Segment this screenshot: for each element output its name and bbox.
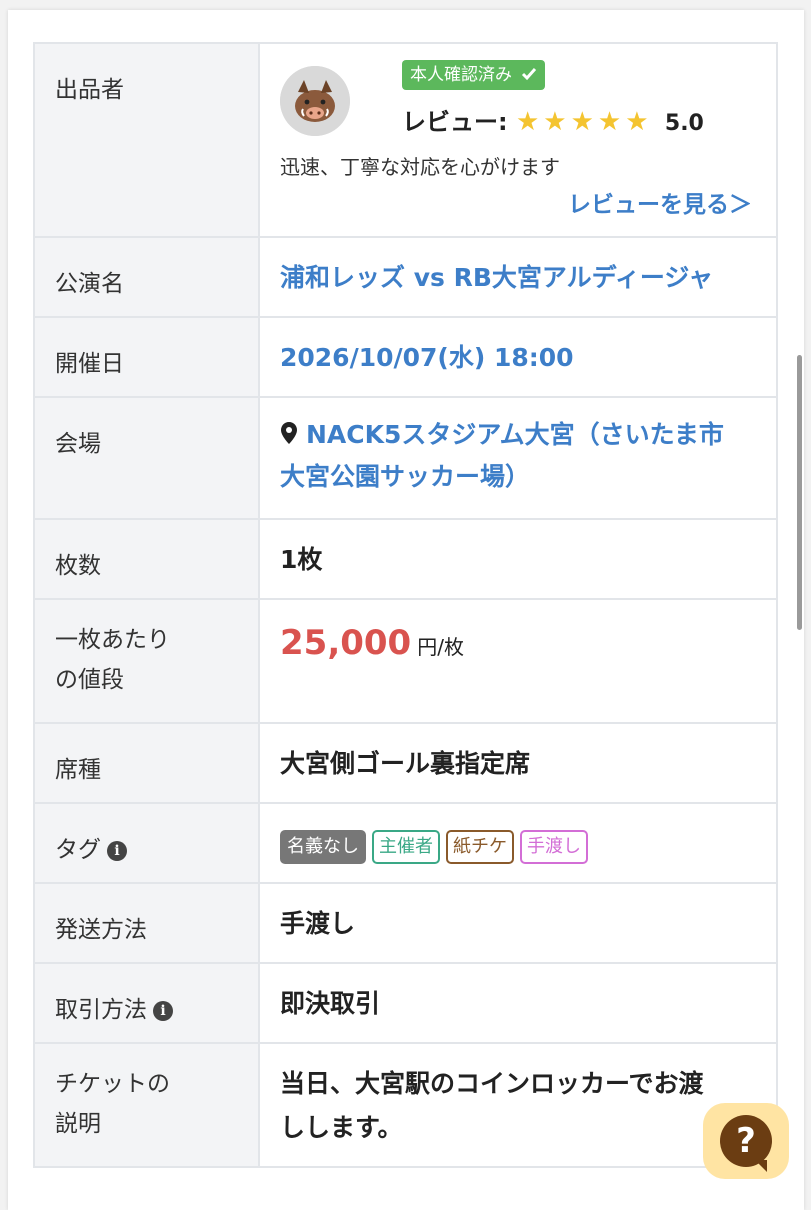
check-icon bbox=[522, 68, 537, 81]
price-unit: 円/枚 bbox=[417, 635, 464, 659]
star-icon: ★ bbox=[570, 107, 594, 137]
label-description-line-2: 説明 bbox=[55, 1111, 101, 1137]
label-shipping: 発送方法 bbox=[33, 882, 260, 964]
boar-icon bbox=[280, 66, 350, 136]
label-date: 開催日 bbox=[33, 316, 260, 398]
rating-score: 5.0 bbox=[664, 111, 704, 136]
venue-line-2: 大宮公園サッカー場） bbox=[280, 462, 531, 491]
label-description-line-1: チケットの bbox=[55, 1071, 170, 1097]
tag-item: 手渡し bbox=[520, 830, 588, 864]
price-value: 25,000 円/枚 bbox=[280, 600, 758, 664]
description-line-2: しします。 bbox=[280, 1113, 403, 1142]
label-count: 枚数 bbox=[33, 518, 260, 600]
shipping-method: 手渡し bbox=[280, 909, 356, 938]
row-venue: 会場 NACK5スタジアム大宮（さいたま市 大宮公園サッカー場） bbox=[33, 396, 778, 520]
verified-badge: 本人確認済み bbox=[402, 60, 546, 90]
row-tags: タグ i 名義なし 主催者 紙チケ 手渡し bbox=[33, 802, 778, 884]
star-icon: ★ bbox=[515, 107, 540, 137]
label-tags-text: タグ bbox=[55, 837, 101, 863]
help-bubble-tail bbox=[755, 1160, 767, 1172]
review-label: レビュー: bbox=[402, 108, 508, 136]
star-icon: ★ bbox=[625, 107, 649, 137]
ticket-count: 1枚 bbox=[280, 545, 323, 574]
label-description: チケットの 説明 bbox=[33, 1042, 260, 1168]
event-name-link[interactable]: 浦和レッズ vs RB大宮アルディージャ bbox=[280, 238, 758, 295]
help-button[interactable]: ? bbox=[703, 1103, 789, 1179]
row-seat: 席種 大宮側ゴール裏指定席 bbox=[33, 722, 778, 804]
seller-cell: 本人確認済み レビュー: ★ ★ ★ ★ ★ 5.0 迅速、丁寧な対応を心がけます レビ… bbox=[258, 42, 778, 238]
ticket-description: 当日、大宮駅のコインロッカーでお渡 しします。 bbox=[280, 1044, 758, 1150]
row-price: 一枚あたり の値段 25,000 円/枚 bbox=[33, 598, 778, 724]
row-deal: 取引方法 i 即決取引 bbox=[33, 962, 778, 1044]
deal-method: 即決取引 bbox=[280, 989, 381, 1018]
info-icon[interactable]: i bbox=[153, 1001, 173, 1021]
row-shipping: 発送方法 手渡し bbox=[33, 882, 778, 964]
label-price-line-2: の値段 bbox=[55, 667, 124, 693]
row-description: チケットの 説明 当日、大宮駅のコインロッカーでお渡 しします。 bbox=[33, 1042, 778, 1168]
label-deal: 取引方法 i bbox=[33, 962, 260, 1044]
venue-link[interactable]: NACK5スタジアム大宮（さいたま市 大宮公園サッカー場） bbox=[280, 398, 758, 498]
tag-item: 紙チケ bbox=[446, 830, 514, 864]
description-line-1: 当日、大宮駅のコインロッカーでお渡 bbox=[280, 1069, 704, 1098]
row-date: 開催日 2026/10/07(水) 18:00 bbox=[33, 316, 778, 398]
label-price-line-1: 一枚あたり bbox=[55, 627, 170, 653]
tag-item: 主催者 bbox=[372, 830, 440, 864]
tag-list: 名義なし 主催者 紙チケ 手渡し bbox=[280, 804, 758, 864]
seller-comment: 迅速、丁寧な対応を心がけます bbox=[280, 155, 560, 179]
label-deal-text: 取引方法 bbox=[55, 997, 147, 1023]
venue-line-1: NACK5スタジアム大宮（さいたま市 bbox=[306, 420, 724, 449]
star-icon: ★ bbox=[597, 107, 622, 137]
label-price: 一枚あたり の値段 bbox=[33, 598, 260, 724]
row-seller: 出品者 本人確認済み レビュー: ★ ★ ★ ★ ★ 5.0 迅速、丁寧な対応を… bbox=[33, 42, 778, 238]
price-amount: 25,000 bbox=[280, 623, 412, 663]
event-date-link[interactable]: 2026/10/07(水) 18:00 bbox=[280, 318, 758, 375]
verified-badge-label: 本人確認済み bbox=[410, 65, 512, 85]
seat-type: 大宮側ゴール裏指定席 bbox=[280, 749, 531, 778]
label-seller: 出品者 bbox=[33, 42, 260, 238]
ticket-info-table: 出品者 本人確認済み レビュー: ★ ★ ★ ★ ★ 5.0 迅速、丁寧な対応を… bbox=[33, 42, 778, 1168]
row-count: 枚数 1枚 bbox=[33, 518, 778, 600]
label-tags: タグ i bbox=[33, 802, 260, 884]
star-icon: ★ bbox=[543, 107, 567, 137]
scrollbar[interactable] bbox=[797, 355, 802, 630]
seller-avatar[interactable] bbox=[280, 66, 350, 136]
row-event: 公演名 浦和レッズ vs RB大宮アルディージャ bbox=[33, 236, 778, 318]
label-seat: 席種 bbox=[33, 722, 260, 804]
location-pin-icon bbox=[281, 422, 297, 444]
view-reviews-link[interactable]: レビューを見る＞ bbox=[568, 189, 752, 221]
label-venue: 会場 bbox=[33, 396, 260, 520]
review-row: レビュー: ★ ★ ★ ★ ★ 5.0 bbox=[402, 104, 704, 142]
label-event: 公演名 bbox=[33, 236, 260, 318]
tag-item: 名義なし bbox=[280, 830, 366, 864]
info-icon[interactable]: i bbox=[107, 841, 127, 861]
